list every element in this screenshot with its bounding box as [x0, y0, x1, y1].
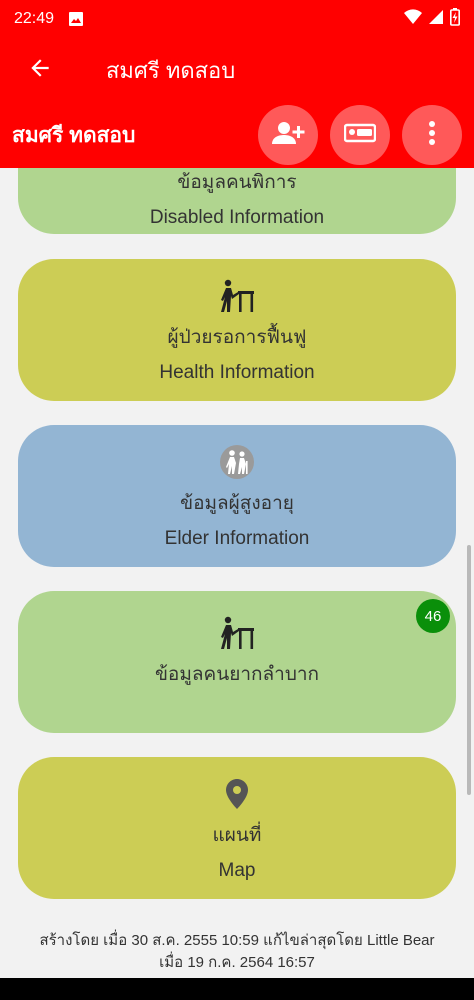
add-person-icon — [271, 120, 305, 150]
map-title-en: Map — [218, 860, 256, 881]
disabled-info-card[interactable]: ข้อมูลคนพิการ Disabled Information — [18, 168, 456, 234]
health-info-title-en: Health Information — [159, 362, 315, 383]
map-card[interactable]: แผนที่ Map — [18, 757, 456, 899]
navigation-bar — [0, 978, 474, 1000]
battery-charging-icon — [450, 8, 460, 30]
menu-list: ข้อมูลคนพิการ Disabled Information ผู้ป่… — [0, 168, 474, 978]
elderly-couple-icon — [219, 442, 255, 482]
back-button[interactable] — [8, 38, 72, 102]
health-info-title-th: ผู้ป่วยรอการฟื้นฟู — [167, 327, 307, 348]
disabled-info-title-th: ข้อมูลคนพิการ — [177, 172, 297, 193]
record-info-footer: สร้างโดย เมื่อ 30 ส.ค. 2555 10:59 แก้ไขล… — [0, 930, 474, 974]
scrollbar[interactable] — [467, 545, 471, 795]
elderly-walker-icon — [219, 276, 255, 316]
elderly-walker-icon — [219, 613, 255, 653]
status-bar: 22:49 — [0, 0, 474, 38]
footer-updated-line: เมื่อ 19 ก.ค. 2564 16:57 — [159, 954, 315, 971]
disabled-info-title-en: Disabled Information — [149, 207, 325, 228]
wifi-icon — [404, 9, 422, 29]
elder-info-card[interactable]: ข้อมูลผู้สูงอายุ Elder Information — [18, 425, 456, 567]
app-title: สมศรี ทดสอบ — [106, 57, 236, 83]
bed-button[interactable] — [330, 105, 390, 165]
status-icons — [404, 8, 460, 30]
elder-info-title-th: ข้อมูลผู้สูงอายุ — [180, 493, 294, 514]
app-bar: สมศรี ทดสอบ — [0, 38, 474, 102]
screen: 22:49 สมศรี ทดสอบ สมศรี ทดสอบ ข้อมูลคนพิ… — [0, 0, 474, 1000]
header-actions — [258, 105, 462, 165]
elder-info-title-en: Elder Information — [164, 528, 310, 549]
status-time: 22:49 — [14, 10, 55, 27]
more-options-button[interactable] — [402, 105, 462, 165]
hardship-info-card[interactable]: 46 ข้อมูลคนยากลำบาก — [18, 591, 456, 733]
signal-icon — [428, 9, 444, 29]
health-info-card[interactable]: ผู้ป่วยรอการฟื้นฟู Health Information — [18, 259, 456, 401]
profile-header: สมศรี ทดสอบ — [0, 102, 474, 168]
arrow-left-icon — [27, 55, 53, 85]
image-icon — [68, 11, 84, 27]
add-person-button[interactable] — [258, 105, 318, 165]
map-pin-icon — [225, 774, 249, 814]
notification-badge: 46 — [416, 599, 450, 633]
profile-name: สมศรี ทดสอบ — [12, 123, 136, 147]
hardship-info-title-th: ข้อมูลคนยากลำบาก — [154, 664, 320, 685]
footer-created-line: สร้างโดย เมื่อ 30 ส.ค. 2555 10:59 แก้ไขล… — [39, 932, 435, 949]
bed-icon — [343, 122, 377, 148]
map-title-th: แผนที่ — [212, 825, 262, 846]
more-vert-icon — [428, 120, 436, 150]
